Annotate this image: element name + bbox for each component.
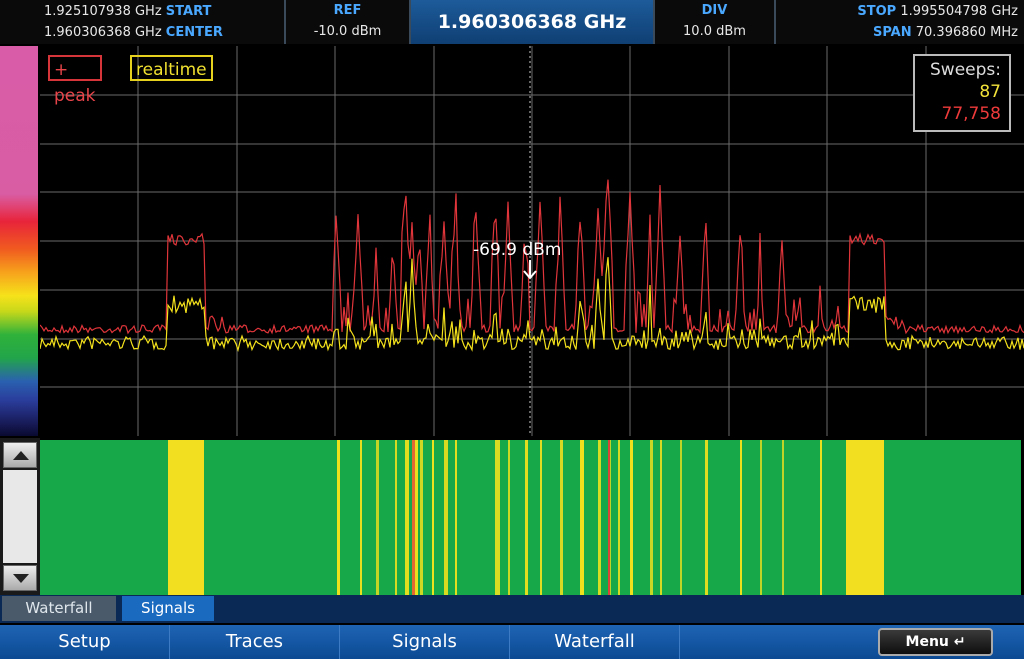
- stop-label: STOP: [857, 4, 897, 19]
- waterfall-band: [630, 440, 633, 595]
- div-cell[interactable]: DIV 10.0 dBm: [653, 0, 776, 44]
- bottom-menu: Setup Traces Signals Waterfall: [0, 625, 1024, 659]
- waterfall-band: [660, 440, 662, 595]
- waterfall-band: [495, 440, 500, 595]
- waterfall-band: [782, 440, 784, 595]
- start-label: START: [165, 4, 212, 19]
- legend-realtime[interactable]: realtime: [130, 55, 213, 81]
- waterfall-band: [580, 440, 584, 595]
- stop-frequency: 1.995504798 GHz: [900, 4, 1018, 19]
- waterfall-band: [846, 440, 884, 595]
- waterfall-band: [337, 440, 340, 595]
- waterfall-band: [420, 440, 423, 595]
- center-label: CENTER: [165, 25, 223, 40]
- waterfall-band: [760, 440, 762, 595]
- waterfall-band: [740, 440, 742, 595]
- waterfall-display[interactable]: [40, 440, 1021, 595]
- start-center-cell[interactable]: 1.925107938 GHz START 1.960306368 GHz CE…: [0, 0, 286, 44]
- center-frequency-display[interactable]: 1.960306368 GHz: [411, 0, 653, 44]
- waterfall-band: [432, 440, 434, 595]
- center-frequency: 1.960306368 GHz: [44, 25, 162, 40]
- ref-label: REF: [333, 3, 362, 18]
- waterfall-band: [455, 440, 457, 595]
- start-frequency: 1.925107938 GHz: [44, 4, 162, 19]
- view-tabs: Waterfall Signals: [0, 595, 1024, 623]
- waterfall-band: [650, 440, 653, 595]
- marker-readout: -69.9 dBm: [473, 240, 562, 260]
- waterfall-color-scale: [0, 46, 38, 436]
- waterfall-bands: [168, 440, 884, 595]
- waterfall-band: [705, 440, 708, 595]
- waterfall-band: [540, 440, 542, 595]
- waterfall-band: [395, 440, 397, 595]
- waterfall-band: [508, 440, 510, 595]
- waterfall-band: [820, 440, 822, 595]
- waterfall-band: [560, 440, 563, 595]
- waterfall-band: [618, 440, 620, 595]
- scroll-up-button[interactable]: [3, 442, 37, 468]
- scroll-track[interactable]: [3, 470, 37, 563]
- marker-arrow-icon: [523, 260, 537, 280]
- span-value: 70.396860 MHz: [915, 25, 1018, 40]
- div-value: 10.0 dBm: [683, 24, 746, 39]
- stop-span-cell[interactable]: STOP 1.995504798 GHz SPAN 70.396860 MHz: [776, 0, 1024, 44]
- menu-traces[interactable]: Traces: [170, 625, 340, 659]
- waterfall-band: [412, 440, 415, 595]
- waterfall-band: [608, 440, 610, 595]
- div-label: DIV: [701, 3, 728, 18]
- waterfall-band: [680, 440, 682, 595]
- waterfall-band: [360, 440, 362, 595]
- tab-waterfall[interactable]: Waterfall: [2, 596, 116, 621]
- menu-setup[interactable]: Setup: [0, 625, 170, 659]
- waterfall-band: [168, 440, 204, 595]
- triangle-down-icon: [13, 574, 29, 583]
- ref-value: -10.0 dBm: [313, 24, 382, 39]
- waterfall-band: [598, 440, 601, 595]
- sweeps-title: Sweeps:: [930, 60, 1001, 80]
- waterfall-band: [525, 440, 528, 595]
- triangle-up-icon: [13, 451, 29, 460]
- sweeps-counter: Sweeps: 87 77,758: [913, 54, 1011, 132]
- span-label: SPAN: [872, 25, 912, 40]
- waterfall-band: [376, 440, 379, 595]
- waterfall-band: [444, 440, 448, 595]
- menu-waterfall[interactable]: Waterfall: [510, 625, 680, 659]
- menu-button[interactable]: Menu ↵: [878, 628, 993, 656]
- sweeps-peak-count: 77,758: [941, 104, 1001, 124]
- legend-peak[interactable]: + peak: [48, 55, 102, 106]
- tab-signals[interactable]: Signals: [122, 596, 214, 621]
- sweeps-realtime-count: 87: [979, 82, 1001, 102]
- ref-level-cell[interactable]: REF -10.0 dBm: [286, 0, 411, 44]
- waterfall-svg: [168, 440, 884, 595]
- scroll-down-button[interactable]: [3, 565, 37, 591]
- waterfall-scroll: [0, 438, 40, 595]
- frequency-header: 1.925107938 GHz START 1.960306368 GHz CE…: [0, 0, 1024, 44]
- spectrum-analyzer-app: 1.925107938 GHz START 1.960306368 GHz CE…: [0, 0, 1024, 659]
- menu-signals[interactable]: Signals: [340, 625, 510, 659]
- waterfall-band: [405, 440, 409, 595]
